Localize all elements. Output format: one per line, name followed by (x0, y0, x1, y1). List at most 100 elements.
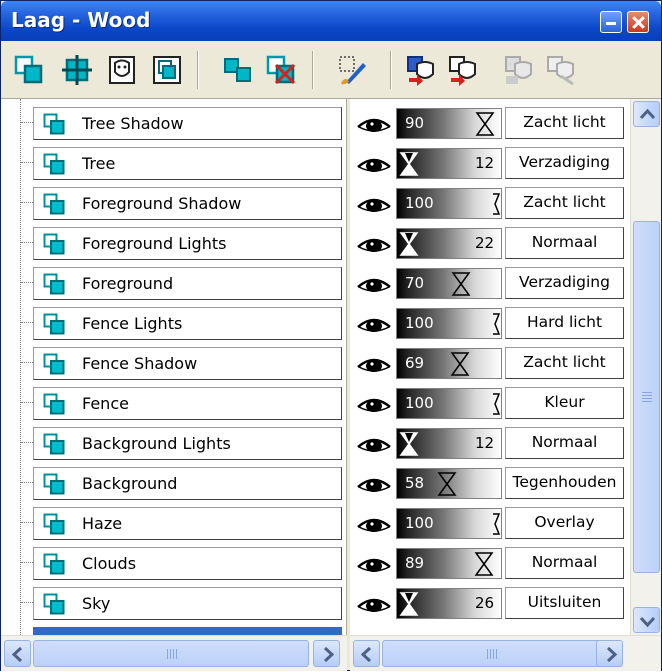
blend-mode-select[interactable]: Verzadiging (505, 267, 624, 299)
blend-mode-select[interactable]: Zacht licht (505, 347, 624, 379)
opacity-marker-icon[interactable] (399, 432, 419, 456)
visibility-eye-icon[interactable] (356, 395, 392, 415)
blend-mode-select[interactable]: Normaal (505, 427, 624, 459)
layer-button[interactable]: Sky (33, 587, 342, 620)
opacity-marker-icon[interactable] (485, 392, 505, 416)
visibility-eye-icon[interactable] (356, 355, 392, 375)
layer-button[interactable]: Background Lights (33, 427, 342, 460)
opacity-slider[interactable]: 100 (396, 188, 502, 219)
right-horizontal-scroll-thumb[interactable] (382, 640, 602, 667)
layer-button[interactable]: Fence (33, 387, 342, 420)
blend-mode-select[interactable]: Normaal (505, 227, 624, 259)
blend-mode-select[interactable]: Zacht licht (505, 187, 624, 219)
layer-row[interactable]: Sky (1, 583, 346, 623)
delete-layer-icon[interactable] (265, 54, 297, 86)
visibility-eye-icon[interactable] (356, 515, 392, 535)
layer-row[interactable]: Fence Lights (1, 303, 346, 343)
opacity-slider[interactable]: 69 (396, 348, 502, 379)
opacity-marker-icon[interactable] (474, 552, 494, 576)
title-bar[interactable]: Laag - Wood (1, 1, 661, 41)
opacity-marker-icon[interactable] (437, 472, 457, 496)
layer-row[interactable]: Clouds (1, 543, 346, 583)
layer-row[interactable]: Fence (1, 383, 346, 423)
layer-button[interactable]: Clouds (33, 547, 342, 580)
opacity-slider[interactable]: 100 (396, 388, 502, 419)
new-mask-icon[interactable] (106, 54, 138, 86)
opacity-marker-icon[interactable] (451, 272, 471, 296)
opacity-marker-icon[interactable] (399, 592, 419, 616)
scroll-right-button[interactable] (313, 640, 340, 667)
visibility-eye-icon[interactable] (356, 275, 392, 295)
opacity-slider[interactable]: 70 (396, 268, 502, 299)
layer-button[interactable]: Fence Shadow (33, 347, 342, 380)
layer-button[interactable]: Foreground Shadow (33, 187, 342, 220)
opacity-marker-icon[interactable] (399, 232, 419, 256)
scroll-up-button[interactable] (633, 101, 660, 127)
new-group-icon[interactable] (151, 54, 183, 86)
opacity-marker-icon[interactable] (485, 192, 505, 216)
close-button[interactable] (627, 11, 649, 33)
new-adjustment-layer-icon[interactable] (61, 54, 93, 86)
layer-row[interactable]: Background Lights (1, 423, 346, 463)
blend-mode-select[interactable]: Overlay (505, 507, 624, 539)
scroll-left-button[interactable] (353, 640, 380, 667)
layer-row[interactable]: Foreground (1, 263, 346, 303)
left-horizontal-scrollbar[interactable] (1, 635, 347, 671)
layer-button[interactable]: Background (33, 467, 342, 500)
vertical-scroll-thumb[interactable] (633, 221, 660, 573)
opacity-slider[interactable]: 58 (396, 468, 502, 499)
scroll-down-button[interactable] (633, 607, 660, 633)
visibility-eye-icon[interactable] (356, 475, 392, 495)
opacity-marker-icon[interactable] (475, 112, 495, 136)
blend-mode-select[interactable]: Normaal (505, 547, 624, 579)
blend-mode-select[interactable]: Zacht licht (505, 107, 624, 139)
layer-row[interactable]: Tree Shadow (1, 103, 346, 143)
layer-row[interactable] (1, 623, 346, 635)
opacity-marker-icon[interactable] (450, 352, 470, 376)
opacity-slider[interactable]: 22 (396, 228, 502, 259)
layer-row[interactable]: Fence Shadow (1, 343, 346, 383)
left-horizontal-scroll-thumb[interactable] (33, 640, 309, 667)
blend-mode-select[interactable]: Tegenhouden (505, 467, 624, 499)
opacity-slider[interactable]: 12 (396, 148, 502, 179)
layer-button[interactable]: Tree Shadow (33, 107, 342, 140)
opacity-marker-icon[interactable] (485, 312, 505, 336)
layer-button[interactable] (33, 627, 342, 635)
scroll-right-button[interactable] (596, 640, 623, 667)
layer-row[interactable]: Foreground Lights (1, 223, 346, 263)
save-mask-icon[interactable] (447, 54, 479, 86)
visibility-eye-icon[interactable] (356, 435, 392, 455)
visibility-eye-icon[interactable] (356, 195, 392, 215)
scroll-left-button[interactable] (4, 640, 31, 667)
layer-button[interactable]: Foreground (33, 267, 342, 300)
right-horizontal-scrollbar[interactable] (350, 635, 661, 671)
opacity-slider[interactable]: 26 (396, 588, 502, 619)
layer-row[interactable]: Foreground Shadow (1, 183, 346, 223)
visibility-eye-icon[interactable] (356, 235, 392, 255)
blend-mode-select[interactable]: Hard licht (505, 307, 624, 339)
visibility-eye-icon[interactable] (356, 315, 392, 335)
minimize-button[interactable] (600, 11, 622, 33)
opacity-slider[interactable]: 100 (396, 308, 502, 339)
vertical-scrollbar[interactable] (630, 99, 661, 635)
layer-row[interactable]: Tree (1, 143, 346, 183)
visibility-eye-icon[interactable] (356, 555, 392, 575)
layer-button[interactable]: Foreground Lights (33, 227, 342, 260)
blend-mode-select[interactable]: Verzadiging (505, 147, 624, 179)
opacity-marker-icon[interactable] (399, 152, 419, 176)
opacity-slider[interactable]: 12 (396, 428, 502, 459)
blend-mode-select[interactable]: Uitsluiten (505, 587, 624, 619)
opacity-marker-icon[interactable] (485, 512, 505, 536)
edit-selection-icon[interactable] (337, 54, 369, 86)
layer-row[interactable]: Background (1, 463, 346, 503)
layer-button[interactable]: Fence Lights (33, 307, 342, 340)
layer-row[interactable]: Haze (1, 503, 346, 543)
blend-mode-select[interactable]: Kleur (505, 387, 624, 419)
layer-button[interactable]: Haze (33, 507, 342, 540)
opacity-slider[interactable]: 90 (396, 108, 502, 139)
duplicate-layer-icon[interactable] (222, 54, 254, 86)
visibility-eye-icon[interactable] (356, 155, 392, 175)
opacity-slider[interactable]: 100 (396, 508, 502, 539)
layer-button[interactable]: Tree (33, 147, 342, 180)
opacity-slider[interactable]: 89 (396, 548, 502, 579)
